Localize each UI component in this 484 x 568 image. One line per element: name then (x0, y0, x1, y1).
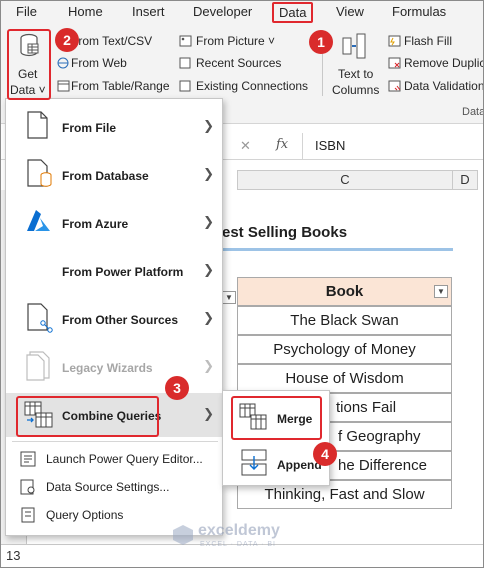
book-header-label: Book (325, 283, 364, 300)
chevron-right-icon: ❯ (203, 214, 214, 229)
sheet-title: est Selling Books (222, 224, 348, 241)
menu-item-from-other-sources[interactable]: From Other Sources ❯ (6, 297, 222, 341)
from-web-button[interactable]: From Web (71, 56, 127, 70)
file-icon (27, 111, 48, 139)
chevron-right-icon: ❯ (203, 406, 214, 421)
tab-view[interactable]: View (336, 4, 364, 19)
book-header-cell[interactable]: Book ▼ (237, 277, 452, 306)
menu-item-label: From Other Sources (62, 313, 179, 327)
step-badge-1: 1 (309, 30, 333, 54)
recent-sources-button[interactable]: Recent Sources (196, 56, 281, 70)
highlight-box-get-data (7, 29, 51, 100)
filter-dropdown-icon[interactable]: ▼ (434, 285, 448, 298)
query-options-icon (21, 507, 35, 523)
menu-item-label: Launch Power Query Editor... (46, 452, 203, 466)
step-badge-2: 2 (55, 28, 79, 52)
from-table-range-button[interactable]: From Table/Range (71, 79, 170, 93)
cancel-icon: ✕ (240, 138, 251, 153)
from-text-csv-button[interactable]: From Text/CSV (71, 34, 152, 48)
table-row[interactable]: The Black Swan (237, 306, 452, 335)
column-header-d[interactable]: D (452, 170, 478, 190)
tab-developer[interactable]: Developer (193, 4, 252, 19)
menu-item-label: From Power Platform (62, 265, 184, 279)
web-icon (57, 57, 69, 69)
highlight-box-combine-queries (16, 396, 159, 437)
power-query-editor-icon (20, 451, 36, 467)
menu-item-label: From Database (62, 169, 149, 183)
append-icon (241, 449, 267, 476)
menu-item-from-file[interactable]: From File ❯ (6, 105, 222, 149)
data-source-settings-icon (20, 479, 35, 495)
data-validation-icon (388, 80, 401, 92)
chevron-right-icon: ❯ (203, 118, 214, 133)
menu-item-legacy-wizards[interactable]: Legacy Wizards ❯ (6, 345, 222, 389)
tab-file[interactable]: File (16, 4, 37, 19)
table-range-icon (57, 80, 70, 92)
legacy-icon (26, 351, 50, 381)
watermark-logo: exceldemy EXCEL · DATA · BI (172, 522, 322, 552)
step-badge-3: 3 (165, 376, 189, 400)
row-number-13[interactable]: 13 (6, 548, 20, 563)
existing-connections-icon (179, 80, 191, 92)
tab-insert[interactable]: Insert (132, 4, 165, 19)
tab-formulas[interactable]: Formulas (392, 4, 446, 19)
function-icon[interactable]: fx (276, 137, 288, 152)
flash-fill-button[interactable]: Flash Fill (404, 34, 452, 48)
remove-duplicates-button[interactable]: Remove Duplic (404, 56, 484, 70)
tab-data[interactable]: Data (272, 2, 314, 23)
text-to-columns-icon (342, 33, 366, 59)
step-badge-4: 4 (313, 442, 337, 466)
from-picture-button[interactable]: From Picture ˅ (196, 34, 275, 48)
data-validation-button[interactable]: Data Validation (404, 79, 484, 93)
database-icon (27, 159, 52, 187)
ribbon-tabs: File Home Insert Developer Data View For… (0, 0, 484, 24)
flash-fill-icon (388, 35, 401, 47)
exceldemy-logo-icon (173, 525, 193, 545)
filter-dropdown-icon[interactable]: ▼ (222, 291, 236, 304)
text-to-columns-label-1: Text to (338, 67, 374, 81)
append-button[interactable]: Append (235, 445, 322, 483)
menu-item-label: From File (62, 121, 117, 135)
chevron-right-icon: ❯ (203, 166, 214, 181)
highlight-box-merge (231, 396, 322, 440)
watermark-tagline: EXCEL · DATA · BI (200, 541, 276, 548)
data-tools-group-label: Data (462, 106, 484, 118)
table-row[interactable]: Psychology of Money (237, 335, 452, 364)
chevron-right-icon: ❯ (203, 358, 214, 373)
column-header-c[interactable]: C (237, 170, 453, 190)
menu-item-label: Legacy Wizards (62, 361, 153, 375)
menu-item-label: From Azure (62, 217, 129, 231)
text-to-columns-label-2: Columns (332, 83, 380, 97)
get-data-menu: From File ❯ From Database ❯ From Azure ❯… (5, 98, 223, 536)
tab-home[interactable]: Home (68, 4, 103, 19)
existing-connections-button[interactable]: Existing Connections (196, 79, 308, 93)
menu-item-from-azure[interactable]: From Azure ❯ (6, 201, 222, 245)
menu-item-data-source-settings[interactable]: Data Source Settings... (6, 473, 222, 501)
azure-icon (27, 210, 50, 231)
menu-item-label: Query Options (46, 508, 124, 522)
formula-input[interactable]: ISBN (302, 133, 484, 159)
menu-item-label: Data Source Settings... (46, 480, 170, 494)
formula-value: ISBN (315, 138, 346, 153)
text-to-columns-button[interactable]: Text to Columns (330, 32, 382, 98)
recent-sources-icon (179, 57, 191, 69)
chevron-right-icon: ❯ (203, 262, 214, 277)
menu-item-from-database[interactable]: From Database ❯ (6, 153, 222, 197)
remove-duplicates-icon (388, 57, 401, 69)
picture-icon (179, 35, 192, 47)
other-sources-icon (27, 303, 53, 333)
menu-item-launch-power-query[interactable]: Launch Power Query Editor... (6, 445, 222, 473)
table-row[interactable]: House of Wisdom (237, 364, 452, 393)
menu-item-from-power-platform[interactable]: From Power Platform ❯ (6, 249, 222, 293)
title-underline (222, 248, 453, 251)
watermark-name: exceldemy (198, 522, 280, 539)
menu-divider (12, 441, 218, 442)
chevron-right-icon: ❯ (203, 310, 214, 325)
